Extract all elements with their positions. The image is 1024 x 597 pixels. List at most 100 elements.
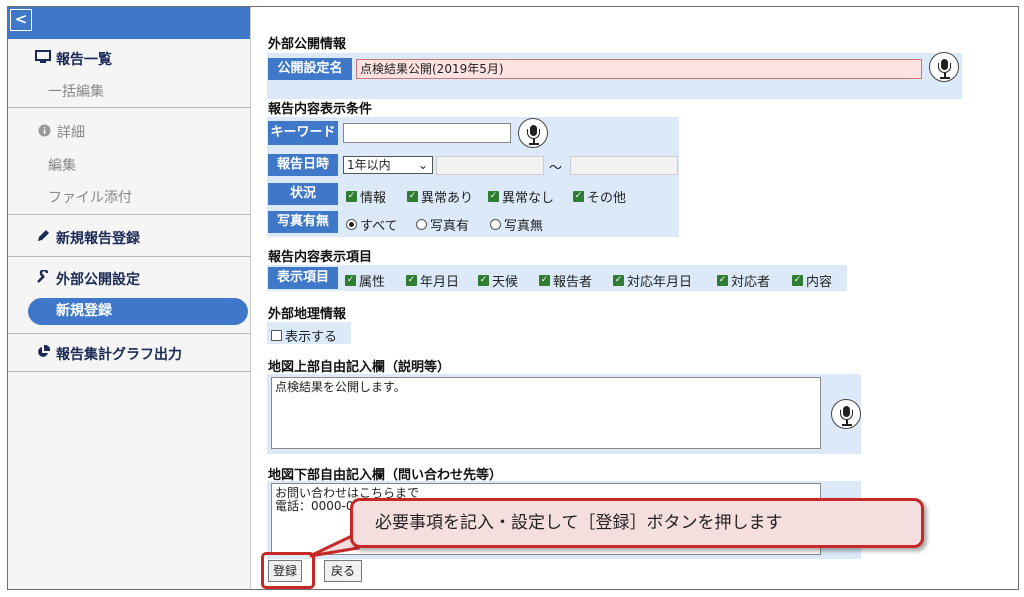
keyword-label: キーワード: [268, 121, 338, 145]
section-conditions: 報告内容表示条件: [268, 102, 373, 117]
sidebar-item-label: ファイル添付: [48, 190, 132, 206]
sidebar-item-label: 外部公開設定: [56, 272, 140, 288]
geo-display-checkbox[interactable]: 表示する: [271, 326, 337, 345]
checkbox-icon: [271, 330, 282, 341]
sidebar-item-new-registration[interactable]: 新規登録: [28, 298, 248, 325]
public-name-input[interactable]: 点検結果公開(2019年5月): [356, 59, 922, 79]
divider: [8, 333, 251, 334]
checkbox-label: 情報: [360, 191, 387, 206]
keyword-input[interactable]: [343, 123, 511, 143]
photo-radio-with[interactable]: 写真有: [416, 215, 469, 234]
check-icon: ✓: [345, 275, 356, 286]
date-from-input: [436, 156, 544, 175]
checkbox-label: 報告者: [553, 275, 593, 290]
sidebar-item-detail: 詳細: [8, 122, 251, 142]
sidebar-item-label: 一括編集: [48, 84, 104, 100]
item-checkbox-attribute[interactable]: ✓ 属性: [345, 271, 385, 290]
photo-label: 写真有無: [268, 211, 338, 233]
divider: [8, 214, 251, 215]
public-name-label: 公開設定名: [268, 58, 352, 80]
wrench-icon: [34, 268, 52, 288]
section-public-info: 外部公開情報: [268, 37, 347, 52]
radio-label: 写真無: [504, 219, 544, 234]
checkbox-label: 表示する: [285, 330, 338, 345]
sidebar: < 報告一覧 一括編集 詳細 編集 ファイル添付 新規報告登録 外部公開設定 新…: [8, 7, 251, 589]
checkbox-label: 年月日: [420, 275, 460, 290]
check-icon: ✓: [792, 275, 803, 286]
checkbox-label: その他: [587, 191, 627, 206]
microphone-icon[interactable]: [518, 118, 548, 148]
divider: [8, 371, 251, 372]
pie-chart-icon: [34, 344, 52, 363]
date-label: 報告日時: [268, 154, 338, 176]
status-checkbox-info[interactable]: ✓ 情報: [346, 187, 386, 206]
checkbox-label: 天候: [492, 275, 519, 290]
sidebar-item-label: 詳細: [57, 125, 85, 141]
sidebar-item-bulk-edit: 一括編集: [8, 81, 251, 101]
check-icon: ✓: [613, 275, 624, 286]
section-geo-info: 外部地理情報: [268, 307, 347, 322]
sidebar-item-label: 報告一覧: [56, 52, 112, 68]
sidebar-item-attach: ファイル添付: [8, 187, 251, 207]
section-display-items: 報告内容表示項目: [268, 250, 373, 265]
radio-icon: [346, 219, 357, 230]
check-icon: ✓: [573, 191, 584, 202]
date-select-value: 1年以内: [347, 158, 391, 172]
check-icon: ✓: [717, 275, 728, 286]
item-checkbox-reporter[interactable]: ✓ 報告者: [539, 271, 592, 290]
back-button[interactable]: <: [10, 9, 32, 31]
status-label: 状況: [268, 183, 338, 205]
monitor-icon: [34, 50, 52, 68]
check-icon: ✓: [406, 275, 417, 286]
microphone-icon[interactable]: [929, 52, 959, 82]
check-icon: ✓: [346, 191, 357, 202]
divider: [8, 256, 251, 257]
chevron-down-icon: ⌄: [417, 158, 428, 172]
radio-label: 写真有: [430, 219, 470, 234]
radio-icon: [490, 219, 501, 230]
check-icon: ✓: [539, 275, 550, 286]
photo-radio-all[interactable]: すべて: [346, 215, 398, 234]
sidebar-item-label: 新規報告登録: [56, 231, 140, 247]
status-checkbox-normal[interactable]: ✓ 異常なし: [488, 187, 554, 206]
map-top-textarea[interactable]: 点検結果を公開します。: [271, 377, 821, 449]
check-icon: ✓: [407, 191, 418, 202]
item-checkbox-weather[interactable]: ✓ 天候: [478, 271, 518, 290]
checkbox-label: 属性: [359, 275, 386, 290]
sidebar-header: <: [8, 7, 250, 39]
back-form-button[interactable]: 戻る: [324, 560, 362, 582]
date-select[interactable]: 1年以内 ⌄: [343, 156, 433, 174]
status-checkbox-other[interactable]: ✓ その他: [573, 187, 626, 206]
sidebar-item-external-settings[interactable]: 外部公開設定: [8, 268, 251, 289]
divider: [8, 107, 251, 108]
date-to-input: [570, 156, 678, 175]
radio-icon: [416, 219, 427, 230]
item-checkbox-content[interactable]: ✓ 内容: [792, 271, 832, 290]
status-checkbox-abnormal[interactable]: ✓ 異常あり: [407, 187, 473, 206]
check-icon: ✓: [478, 275, 489, 286]
item-checkbox-responder[interactable]: ✓ 対応者: [717, 271, 770, 290]
checkbox-label: 異常なし: [502, 191, 555, 206]
item-checkbox-date[interactable]: ✓ 年月日: [406, 271, 459, 290]
checkbox-label: 対応者: [731, 275, 771, 290]
sidebar-item-label: 報告集計グラフ出力: [56, 347, 182, 363]
check-icon: ✓: [488, 191, 499, 202]
radio-label: すべて: [360, 219, 398, 234]
section-map-top: 地図上部自由記入欄（説明等）: [268, 360, 451, 375]
checkbox-label: 異常あり: [421, 191, 474, 206]
info-icon: [35, 124, 53, 141]
checkbox-label: 対応年月日: [627, 275, 693, 290]
microphone-icon[interactable]: [831, 399, 861, 429]
instruction-callout: 必要事項を記入・設定して［登録］ボタンを押します: [350, 498, 924, 548]
item-checkbox-response-date[interactable]: ✓ 対応年月日: [613, 271, 692, 290]
checkbox-label: 内容: [806, 275, 833, 290]
pencil-icon: [34, 229, 52, 247]
sidebar-item-edit: 編集: [8, 155, 251, 175]
sidebar-item-graph-output[interactable]: 報告集計グラフ出力: [8, 344, 251, 364]
sidebar-item-report-list[interactable]: 報告一覧: [8, 49, 251, 69]
photo-radio-without[interactable]: 写真無: [490, 215, 543, 234]
sidebar-item-new-report[interactable]: 新規報告登録: [8, 228, 251, 248]
date-range-tilde: ～: [549, 161, 563, 176]
display-items-label: 表示項目: [268, 267, 338, 289]
sidebar-item-label: 編集: [48, 158, 76, 174]
